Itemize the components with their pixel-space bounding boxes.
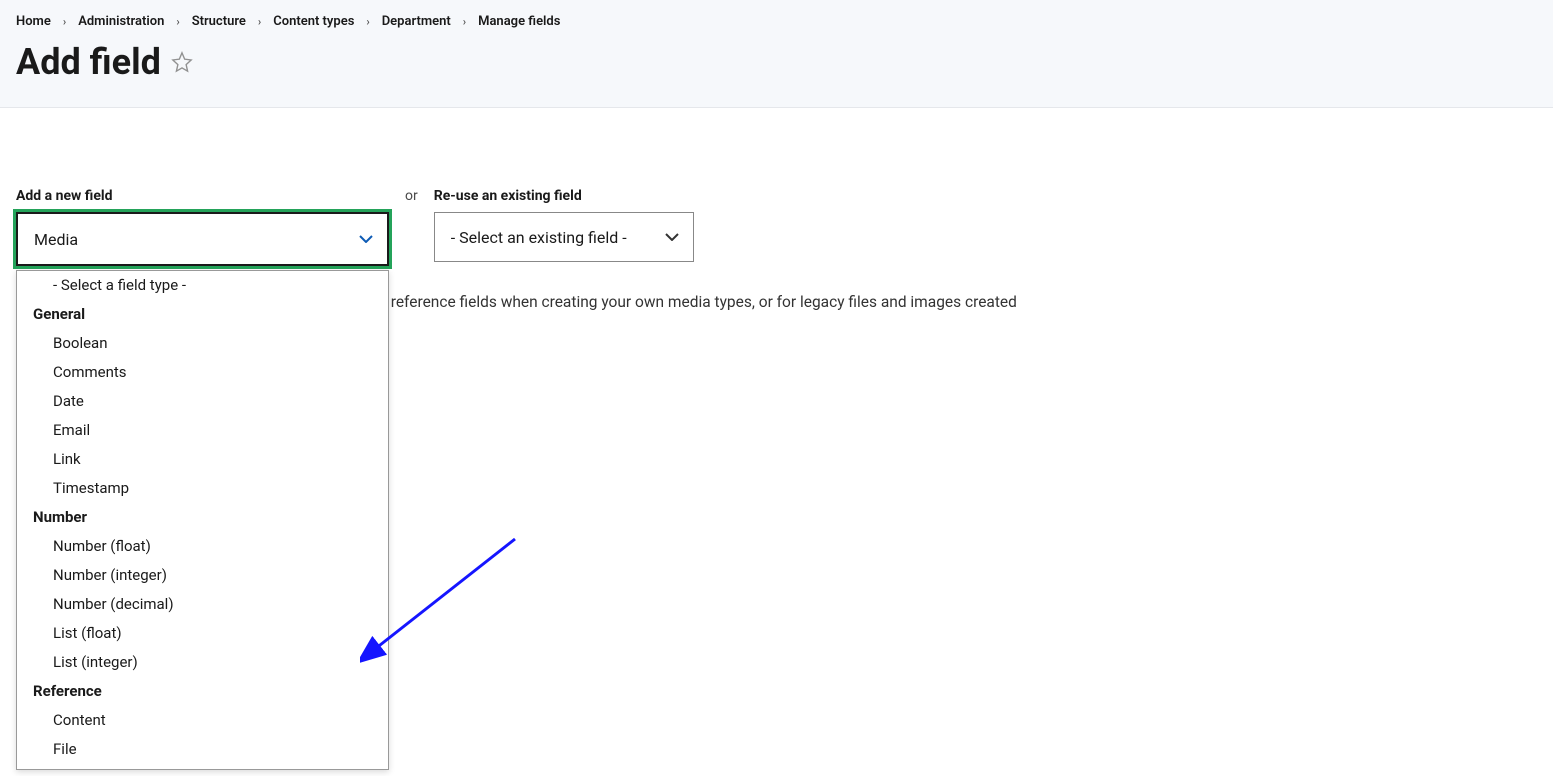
- breadcrumb-manage-fields[interactable]: Manage fields: [478, 14, 560, 29]
- chevron-down-icon: [665, 233, 679, 241]
- dropdown-opt-content[interactable]: Content: [17, 706, 388, 735]
- chevron-right-icon: ›: [176, 15, 179, 28]
- breadcrumb: Home › Administration › Structure › Cont…: [16, 14, 1537, 29]
- new-field-select[interactable]: Media - Select a field type - General Bo…: [16, 212, 389, 266]
- dropdown-opt-file[interactable]: File: [17, 735, 388, 764]
- existing-field-wrap: Re-use an existing field - Select an exi…: [434, 188, 694, 262]
- chevron-down-icon: [359, 235, 373, 243]
- or-label: or: [405, 188, 418, 204]
- dropdown-group-general: General: [17, 300, 388, 329]
- chevron-right-icon: ›: [258, 15, 261, 28]
- chevron-right-icon: ›: [366, 15, 369, 28]
- new-field-label: Add a new field: [16, 188, 389, 204]
- new-field-wrap: Add a new field Media - Select a field t…: [16, 188, 389, 266]
- breadcrumb-content-types[interactable]: Content types: [273, 14, 354, 29]
- chevron-right-icon: ›: [463, 15, 466, 28]
- new-field-selected-value: Media: [34, 230, 78, 249]
- dropdown-opt-number-integer[interactable]: Number (integer): [17, 561, 388, 590]
- dropdown-opt-comments[interactable]: Comments: [17, 358, 388, 387]
- chevron-right-icon: ›: [63, 15, 66, 28]
- breadcrumb-administration[interactable]: Administration: [78, 14, 164, 29]
- new-field-dropdown: - Select a field type - General Boolean …: [16, 270, 389, 770]
- dropdown-opt-list-integer[interactable]: List (integer): [17, 648, 388, 677]
- existing-field-selected-value: - Select an existing field -: [451, 228, 627, 247]
- dropdown-opt-number-float[interactable]: Number (float): [17, 532, 388, 561]
- existing-field-select[interactable]: - Select an existing field -: [434, 212, 694, 262]
- dropdown-opt-date[interactable]: Date: [17, 387, 388, 416]
- dropdown-opt-image[interactable]: Image: [17, 764, 388, 770]
- dropdown-opt-link[interactable]: Link: [17, 445, 388, 474]
- fields-row: Add a new field Media - Select a field t…: [16, 188, 1537, 266]
- breadcrumb-home[interactable]: Home: [16, 14, 51, 29]
- dropdown-opt-boolean[interactable]: Boolean: [17, 329, 388, 358]
- dropdown-opt-number-decimal[interactable]: Number (decimal): [17, 590, 388, 619]
- breadcrumb-structure[interactable]: Structure: [192, 14, 246, 29]
- dropdown-opt-list-float[interactable]: List (float): [17, 619, 388, 648]
- star-icon[interactable]: [171, 51, 193, 73]
- header-section: Home › Administration › Structure › Cont…: [0, 0, 1553, 108]
- page-title-row: Add field: [16, 41, 1537, 83]
- existing-field-label: Re-use an existing field: [434, 188, 694, 204]
- dropdown-group-reference: Reference: [17, 677, 388, 706]
- dropdown-group-number: Number: [17, 503, 388, 532]
- dropdown-opt-timestamp[interactable]: Timestamp: [17, 474, 388, 503]
- content-area: Add a new field Media - Select a field t…: [0, 108, 1553, 360]
- dropdown-placeholder[interactable]: - Select a field type -: [17, 271, 388, 300]
- breadcrumb-department[interactable]: Department: [382, 14, 451, 29]
- page-title: Add field: [16, 41, 161, 83]
- dropdown-opt-email[interactable]: Email: [17, 416, 388, 445]
